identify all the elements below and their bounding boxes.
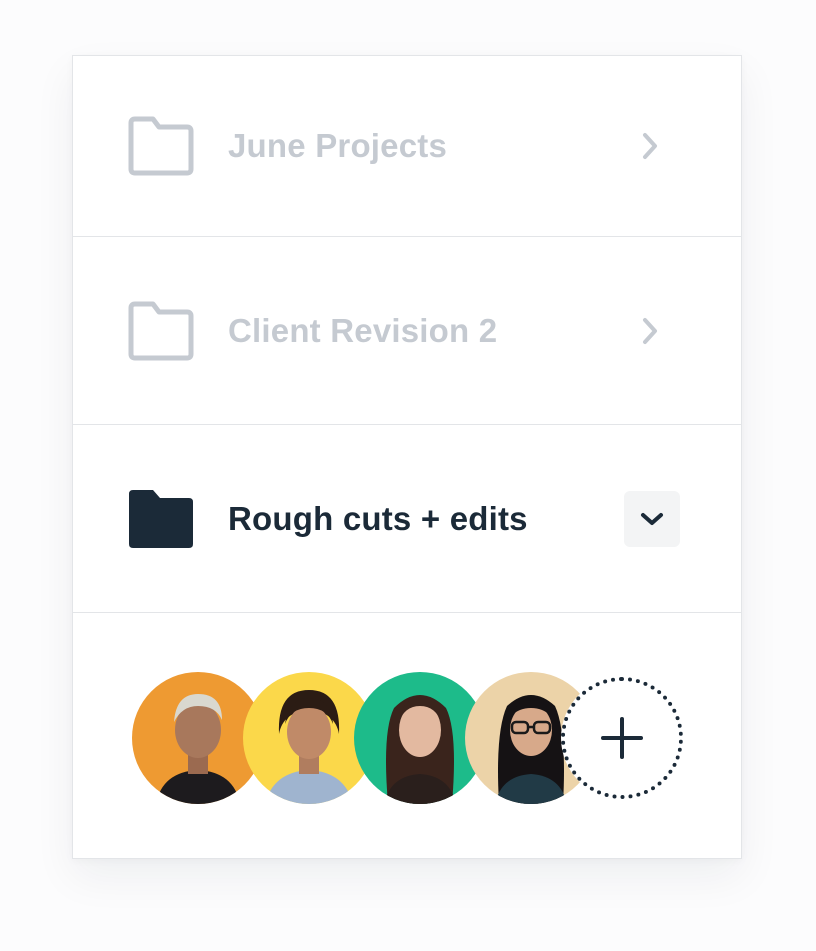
folder-label: Rough cuts + edits bbox=[228, 499, 528, 537]
folder-label: June Projects bbox=[228, 127, 448, 164]
folder-row-june-projects[interactable]: June Projects bbox=[73, 56, 741, 237]
folder-row-rough-cuts-edits[interactable]: Rough cuts + edits bbox=[73, 425, 741, 613]
add-member-button[interactable] bbox=[561, 677, 683, 799]
folder-filled-icon bbox=[129, 489, 193, 548]
chevron-down-icon bbox=[641, 512, 663, 525]
folder-row-client-revision-2[interactable]: Client Revision 2 bbox=[73, 237, 741, 425]
folder-list-card: June Projects Client Revision 2 Rough cu… bbox=[72, 55, 742, 859]
plus-icon bbox=[601, 717, 643, 759]
collapse-button[interactable] bbox=[624, 490, 680, 547]
folder-outline-icon bbox=[128, 301, 194, 360]
chevron-right-icon[interactable] bbox=[639, 316, 661, 346]
folder-label: Client Revision 2 bbox=[228, 311, 498, 349]
chevron-right-icon[interactable] bbox=[639, 131, 661, 161]
folder-outline-icon bbox=[128, 116, 194, 176]
